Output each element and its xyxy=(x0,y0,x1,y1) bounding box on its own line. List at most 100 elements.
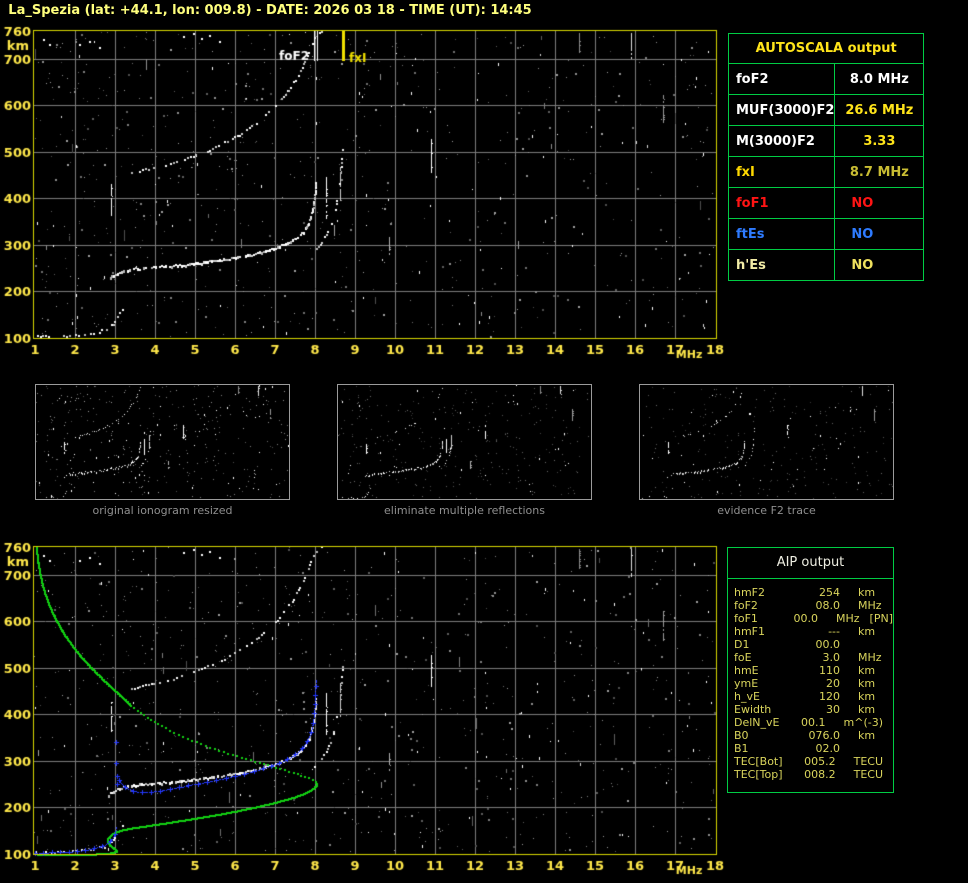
aip-unit: km xyxy=(858,664,876,677)
aip-unit: km xyxy=(858,703,876,716)
aip-row-hmE: hmE 110 km xyxy=(734,664,893,677)
aip-label: hmF1 xyxy=(734,625,766,638)
autoscala-label-foF1: foF1 xyxy=(727,187,836,219)
aip-value: 005.2 xyxy=(804,755,836,768)
aip-label: foF1 xyxy=(734,612,758,625)
autoscala-header-row: AUTOSCALA output xyxy=(727,33,925,64)
aip-row-D1: D1 00.0 xyxy=(734,638,893,651)
aip-note xyxy=(875,690,885,703)
autoscala-value-m3000: 3.33 xyxy=(834,125,925,157)
thumbnail-evidence-f2 xyxy=(639,384,894,500)
aip-value: 3.0 xyxy=(822,651,841,664)
aip-row-TEC[Bot]: TEC[Bot] 005.2 TECU xyxy=(734,755,893,768)
autoscala-screen: { "title": "La_Spezia (lat: +44.1, lon: … xyxy=(0,0,968,883)
aip-unit: m^(-3) xyxy=(843,716,883,729)
aip-label: hmE xyxy=(734,664,759,677)
aip-row-DelN_vE: DelN_vE 00.1 m^(-3) xyxy=(734,716,893,729)
aip-row-B0: B0 076.0 km xyxy=(734,729,893,742)
aip-label: h_vE xyxy=(734,690,760,703)
aip-note xyxy=(882,651,892,664)
aip-note xyxy=(858,638,868,651)
aip-value: 254 xyxy=(819,586,840,599)
aip-note xyxy=(883,716,893,729)
table-row: ftEs NO xyxy=(727,218,925,250)
aip-unit: TECU xyxy=(853,768,883,781)
thumbnail-original-ionogram xyxy=(35,384,290,500)
aip-value: 008.2 xyxy=(804,768,836,781)
aip-unit: TECU xyxy=(853,755,883,768)
aip-note xyxy=(883,755,893,768)
aip-value: 00.0 xyxy=(793,612,819,625)
autoscala-label-fxI: fxI xyxy=(727,156,836,188)
aip-label: Ewidth xyxy=(734,703,772,716)
aip-label: TEC[Top] xyxy=(734,768,783,781)
thumbnail-eliminate-reflections xyxy=(337,384,592,500)
aip-row-foF1: foF1 00.0 MHz [PN] xyxy=(734,612,893,625)
aip-unit xyxy=(840,638,858,651)
thumbnail-evidence-canvas xyxy=(640,385,893,499)
aip-value: 120 xyxy=(819,690,840,703)
aip-label: ymE xyxy=(734,677,759,690)
table-row: MUF(3000)F2 26.6 MHz xyxy=(727,94,925,126)
aip-label: foF2 xyxy=(734,599,758,612)
aip-row-Ewidth: Ewidth 30 km xyxy=(734,703,893,716)
station-title: La_Spezia (lat: +44.1, lon: 009.8) - DAT… xyxy=(8,3,532,18)
table-row: foF1 NO xyxy=(727,187,925,219)
autoscala-output-table: AUTOSCALA output foF2 8.0 MHz MUF(3000)F… xyxy=(727,33,925,281)
table-row: M(3000)F2 3.33 xyxy=(727,125,925,157)
aip-unit: km xyxy=(858,677,876,690)
aip-note xyxy=(875,664,885,677)
aip-unit: km xyxy=(858,729,876,742)
aip-note xyxy=(858,742,868,755)
aip-unit: km xyxy=(858,690,876,703)
aip-note xyxy=(875,729,885,742)
aip-output-panel: AIP output hmF2 254 km foF2 08.0 MHz foF1 00.0 M… xyxy=(727,547,894,793)
aip-value: 08.0 xyxy=(815,599,841,612)
aip-value: 00.1 xyxy=(801,716,826,729)
thumbnail-caption-eliminate: eliminate multiple reflections xyxy=(384,504,545,517)
aip-value: 02.0 xyxy=(815,742,841,755)
aip-row-foF2: foF2 08.0 MHz xyxy=(734,599,893,612)
thumbnail-original-canvas xyxy=(36,385,289,499)
autoscala-value-hEs: NO xyxy=(834,249,925,281)
table-row: foF2 8.0 MHz xyxy=(727,63,925,95)
aip-value: 076.0 xyxy=(808,729,841,742)
aip-header: AIP output xyxy=(728,548,893,579)
autoscala-label-muf: MUF(3000)F2 xyxy=(727,94,836,126)
aip-note xyxy=(875,703,885,716)
aip-value: 20 xyxy=(826,677,840,690)
autoscala-label-foF2: foF2 xyxy=(727,63,836,95)
aip-label: DelN_vE xyxy=(734,716,780,729)
thumbnail-caption-original: original ionogram resized xyxy=(92,504,233,517)
aip-row-hmF2: hmF2 254 km xyxy=(734,586,893,599)
aip-label: hmF2 xyxy=(734,586,766,599)
aip-row-h_vE: h_vE 120 km xyxy=(734,690,893,703)
aip-label: B1 xyxy=(734,742,749,755)
table-row: fxI 8.7 MHz xyxy=(727,156,925,188)
aip-note: [PN] xyxy=(869,612,893,625)
thumbnail-eliminate-canvas xyxy=(338,385,591,499)
aip-row-TEC[Top]: TEC[Top] 008.2 TECU xyxy=(734,768,893,781)
autoscala-value-fxI: 8.7 MHz xyxy=(834,156,925,188)
aip-row-ymE: ymE 20 km xyxy=(734,677,893,690)
autoscala-label-ftEs: ftEs xyxy=(727,218,836,250)
aip-note xyxy=(875,677,885,690)
aip-value: 30 xyxy=(826,703,840,716)
autoscala-value-foF2: 8.0 MHz xyxy=(834,63,925,95)
aip-unit: MHz xyxy=(858,651,882,664)
thumbnail-caption-evidence: evidence F2 trace xyxy=(717,504,816,517)
autoscala-label-m3000: M(3000)F2 xyxy=(727,125,836,157)
top-ionogram-plot xyxy=(0,25,730,370)
bottom-ionogram-plot xyxy=(0,540,730,883)
aip-label: D1 xyxy=(734,638,750,651)
aip-note xyxy=(882,599,892,612)
aip-row-foE: foE 3.0 MHz xyxy=(734,651,893,664)
aip-body: hmF2 254 km foF2 08.0 MHz foF1 00.0 MHz [PN] hmF1-… xyxy=(728,579,893,781)
autoscala-value-foF1: NO xyxy=(834,187,925,219)
autoscala-value-ftEs: NO xyxy=(834,218,925,250)
aip-note xyxy=(883,768,893,781)
aip-unit xyxy=(840,742,858,755)
aip-row-B1: B1 02.0 xyxy=(734,742,893,755)
aip-value: 110 xyxy=(819,664,840,677)
aip-unit: MHz xyxy=(836,612,860,625)
